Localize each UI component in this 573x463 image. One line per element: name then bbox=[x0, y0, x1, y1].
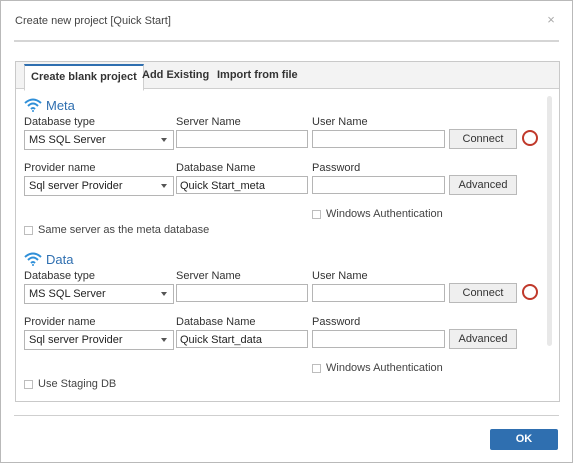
meta-provider-select[interactable]: Sql server Provider bbox=[24, 176, 174, 196]
data-connection-status-icon bbox=[522, 284, 538, 300]
data-section-title: Data bbox=[46, 252, 74, 267]
tab-import-from-file[interactable]: Import from file bbox=[217, 69, 298, 81]
same-server-label: Same server as the meta database bbox=[38, 224, 210, 236]
dialog-title: Create new project [Quick Start] bbox=[15, 15, 171, 27]
meta-database-name-input[interactable]: Quick Start_meta bbox=[176, 176, 308, 194]
data-windows-auth-checkbox[interactable] bbox=[312, 364, 321, 373]
data-database-name-input[interactable]: Quick Start_data bbox=[176, 330, 308, 348]
close-icon[interactable]: × bbox=[545, 13, 557, 26]
meta-server-name-label: Server Name bbox=[176, 116, 241, 128]
wifi-icon bbox=[24, 252, 42, 266]
use-staging-checkbox[interactable] bbox=[24, 380, 33, 389]
meta-server-name-input[interactable] bbox=[176, 130, 308, 148]
create-project-dialog: Create new project [Quick Start] × Creat… bbox=[0, 0, 573, 463]
data-provider-select[interactable]: Sql server Provider bbox=[24, 330, 174, 350]
data-server-name-input[interactable] bbox=[176, 284, 308, 302]
data-windows-auth-label: Windows Authentication bbox=[326, 362, 443, 374]
meta-database-type-select[interactable]: MS SQL Server bbox=[24, 130, 174, 150]
meta-database-name-label: Database Name bbox=[176, 162, 256, 174]
meta-windows-auth-label: Windows Authentication bbox=[326, 208, 443, 220]
meta-advanced-button[interactable]: Advanced bbox=[449, 175, 517, 195]
meta-connect-button[interactable]: Connect bbox=[449, 129, 517, 149]
meta-connection-status-icon bbox=[522, 130, 538, 146]
ok-button[interactable]: OK bbox=[490, 429, 558, 450]
data-password-label: Password bbox=[312, 316, 361, 328]
meta-password-input[interactable] bbox=[312, 176, 445, 194]
meta-database-type-label: Database type bbox=[24, 116, 95, 128]
footer-divider bbox=[14, 415, 559, 416]
meta-provider-value: Sql server Provider bbox=[29, 180, 123, 192]
chevron-down-icon bbox=[161, 338, 167, 342]
title-divider bbox=[14, 40, 559, 42]
meta-user-name-input[interactable] bbox=[312, 130, 445, 148]
data-advanced-button[interactable]: Advanced bbox=[449, 329, 517, 349]
tab-panel: Create blank project Add Existing Import… bbox=[15, 61, 560, 402]
tab-add-existing[interactable]: Add Existing bbox=[142, 69, 209, 81]
chevron-down-icon bbox=[161, 184, 167, 188]
wifi-icon bbox=[24, 98, 42, 112]
vertical-scrollbar[interactable] bbox=[547, 96, 552, 346]
chevron-down-icon bbox=[161, 292, 167, 296]
chevron-down-icon bbox=[161, 138, 167, 142]
data-database-type-value: MS SQL Server bbox=[29, 288, 106, 300]
data-user-name-input[interactable] bbox=[312, 284, 445, 302]
data-database-name-label: Database Name bbox=[176, 316, 256, 328]
tab-bar: Create blank project Add Existing Import… bbox=[16, 62, 559, 91]
data-user-name-label: User Name bbox=[312, 270, 368, 282]
data-provider-name-label: Provider name bbox=[24, 316, 96, 328]
meta-database-type-value: MS SQL Server bbox=[29, 134, 106, 146]
data-server-name-label: Server Name bbox=[176, 270, 241, 282]
meta-provider-name-label: Provider name bbox=[24, 162, 96, 174]
data-provider-value: Sql server Provider bbox=[29, 334, 123, 346]
use-staging-label: Use Staging DB bbox=[38, 378, 117, 390]
tab-create-blank-project[interactable]: Create blank project bbox=[24, 64, 144, 91]
data-connect-button[interactable]: Connect bbox=[449, 283, 517, 303]
meta-user-name-label: User Name bbox=[312, 116, 368, 128]
data-database-type-label: Database type bbox=[24, 270, 95, 282]
meta-windows-auth-checkbox[interactable] bbox=[312, 210, 321, 219]
data-password-input[interactable] bbox=[312, 330, 445, 348]
data-database-type-select[interactable]: MS SQL Server bbox=[24, 284, 174, 304]
meta-section-title: Meta bbox=[46, 98, 75, 113]
title-bar: Create new project [Quick Start] × bbox=[1, 1, 572, 41]
same-server-checkbox[interactable] bbox=[24, 226, 33, 235]
meta-password-label: Password bbox=[312, 162, 361, 174]
